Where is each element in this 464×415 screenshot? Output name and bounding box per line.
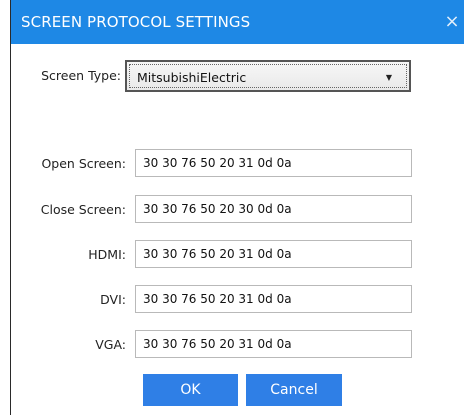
open-screen-label: Open Screen: bbox=[41, 156, 126, 171]
vga-input[interactable] bbox=[135, 330, 412, 358]
ok-button[interactable]: OK bbox=[143, 374, 238, 406]
dialog-title: SCREEN PROTOCOL SETTINGS bbox=[21, 13, 251, 31]
vga-label: VGA: bbox=[95, 337, 126, 352]
hdmi-label: HDMI: bbox=[88, 247, 126, 262]
screen-type-label: Screen Type: bbox=[41, 68, 121, 83]
screen-protocol-dialog: SCREEN PROTOCOL SETTINGS × Screen Type: … bbox=[10, 0, 464, 415]
dvi-input[interactable] bbox=[135, 285, 412, 313]
open-screen-input[interactable] bbox=[135, 149, 412, 177]
screen-type-selected-value: MitsubishiElectric bbox=[137, 70, 247, 85]
dvi-label: DVI: bbox=[100, 292, 126, 307]
cancel-button[interactable]: Cancel bbox=[246, 374, 342, 406]
screen-type-select[interactable]: MitsubishiElectric ▼ bbox=[125, 60, 411, 92]
chevron-down-icon: ▼ bbox=[385, 73, 392, 82]
title-bar: SCREEN PROTOCOL SETTINGS × bbox=[11, 0, 464, 44]
close-screen-label: Close Screen: bbox=[40, 202, 126, 217]
close-screen-input[interactable] bbox=[135, 195, 412, 223]
select-focus-outline: MitsubishiElectric ▼ bbox=[129, 64, 407, 88]
close-icon[interactable]: × bbox=[439, 0, 464, 44]
hdmi-input[interactable] bbox=[135, 240, 412, 268]
